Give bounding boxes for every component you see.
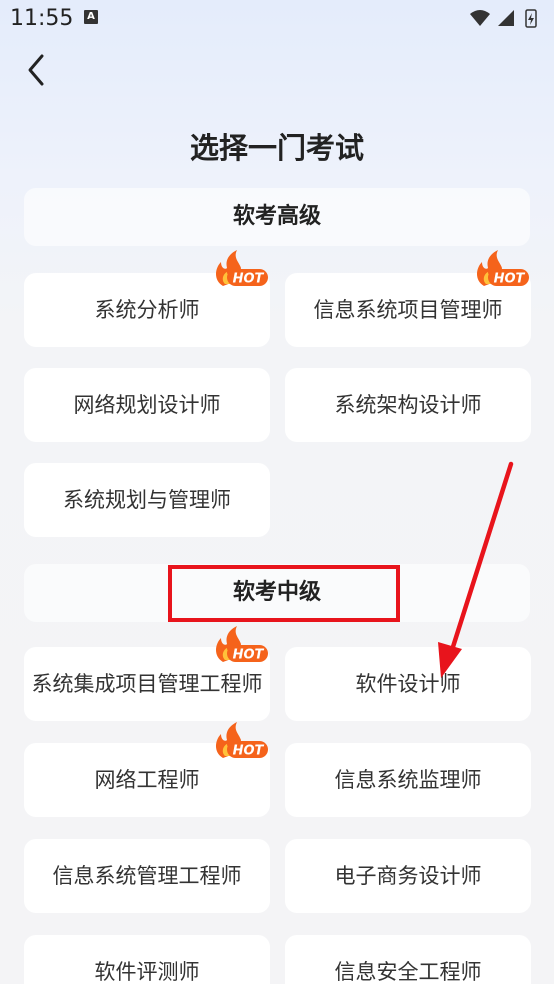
status-icons <box>470 9 537 28</box>
exam-card-label: 系统架构设计师 <box>334 393 482 417</box>
exam-card[interactable]: 电子商务设计师 <box>285 839 531 913</box>
exam-card-label: 系统分析师 <box>94 298 200 322</box>
exam-card-label: 信息安全工程师 <box>334 960 482 984</box>
exam-card-label: 网络工程师 <box>94 768 200 792</box>
hot-badge-text: HOT <box>233 744 265 759</box>
status-bar: 11:55 A <box>0 0 554 38</box>
exam-card-label: 信息系统项目管理师 <box>313 298 503 322</box>
exam-card-label: 信息系统监理师 <box>334 768 482 792</box>
hot-badge-icon: HOT <box>216 250 268 287</box>
exam-card-label: 系统集成项目管理工程师 <box>31 672 263 696</box>
status-time: 11:55 <box>10 6 74 31</box>
hot-badge-icon: HOT <box>477 250 529 287</box>
exam-card[interactable]: 信息系统管理工程师 <box>24 839 270 913</box>
exam-card-label: 系统规划与管理师 <box>63 488 231 512</box>
exam-card[interactable]: 信息安全工程师 <box>285 935 531 984</box>
back-button[interactable] <box>22 52 52 88</box>
hot-badge-icon: HOT <box>216 722 268 759</box>
hot-badge-icon: HOT <box>216 626 268 663</box>
wifi-icon <box>470 10 490 26</box>
signal-icon <box>498 10 514 26</box>
exam-card[interactable]: 信息系统监理师 <box>285 743 531 817</box>
notification-a-icon: A <box>84 10 98 24</box>
page-title: 选择一门考试 <box>189 131 364 165</box>
exam-card-label: 软件设计师 <box>355 672 461 696</box>
annotation-highlight-box <box>168 565 400 622</box>
exam-card-label: 电子商务设计师 <box>334 864 482 888</box>
exam-card-label: 网络规划设计师 <box>73 393 221 417</box>
chevron-left-icon <box>28 54 44 86</box>
exam-card[interactable]: 网络规划设计师 <box>24 368 270 442</box>
section-header-advanced: 软考高级 <box>24 188 530 246</box>
hot-badge-text: HOT <box>233 648 265 663</box>
hot-badge-text: HOT <box>494 272 526 287</box>
exam-card[interactable]: 软件设计师 <box>285 647 531 721</box>
exam-card[interactable]: 系统规划与管理师 <box>24 463 270 537</box>
hot-badge-text: HOT <box>233 272 265 287</box>
exam-card-label: 软件评测师 <box>94 960 200 984</box>
exam-card[interactable]: 软件评测师 <box>24 935 270 984</box>
exam-card-label: 信息系统管理工程师 <box>52 864 242 888</box>
exam-card[interactable]: 系统架构设计师 <box>285 368 531 442</box>
